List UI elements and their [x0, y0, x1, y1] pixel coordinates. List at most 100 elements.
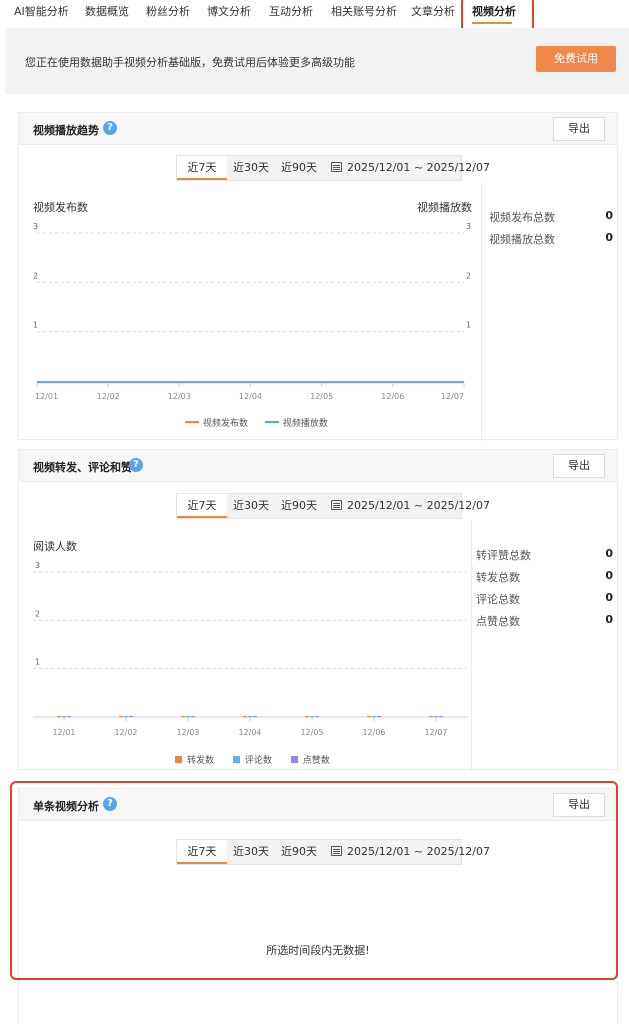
x-tick-label: 12/05	[310, 392, 333, 401]
range-90-days[interactable]: 近90天	[275, 494, 323, 518]
date-range-selector: 近7天 近30天 近90天 2025/12/01 ~ 2025/12/07	[176, 839, 490, 865]
left-axis-title: 视频发布数	[33, 201, 88, 214]
chart-video-interactions: 1 2 3 12/01 12/02 12/03 12/04 12/05 12/06 12/07	[33, 561, 467, 737]
panel-title: 视频转发、评论和赞	[33, 461, 132, 474]
export-button[interactable]: 导出	[553, 117, 605, 141]
legend-swatch-blue	[264, 421, 279, 423]
stat-value-shares-total: 0	[605, 569, 613, 582]
x-tick-label: 12/05	[300, 728, 323, 737]
x-tick-label: 12/04	[239, 392, 262, 401]
stat-value-likes-total: 0	[605, 613, 613, 626]
x-tick-label: 12/02	[97, 392, 120, 401]
date-range-text: 2025/12/01 ~ 2025/12/07	[347, 499, 491, 512]
help-icon[interactable]: ?	[129, 458, 143, 472]
x-tick-label: 12/02	[114, 728, 137, 737]
axis-title-readers: 阅读人数	[33, 540, 77, 553]
bar-3	[253, 716, 257, 717]
panel-header: 单条视频分析 ? 导出	[19, 789, 617, 821]
y2-tick-label: 3	[466, 222, 471, 231]
x-tick-label: 12/03	[176, 728, 199, 737]
upgrade-banner: 您正在使用数据助手视频分析基础版，免费试用后体验更多高级功能 免费试用	[5, 28, 629, 94]
range-90-days[interactable]: 近90天	[275, 156, 323, 180]
bar-3	[129, 716, 133, 717]
y-tick-label: 1	[33, 321, 38, 330]
panel-header: 视频播放趋势 ? 导出	[19, 113, 617, 145]
panel-video-play-trend: 视频播放趋势 ? 导出 近7天 近30天 近90天 2025/12/01 ~ 2…	[18, 112, 618, 441]
calendar-icon	[331, 846, 342, 856]
range-90-days[interactable]: 近90天	[275, 840, 323, 864]
side-divider	[481, 183, 482, 441]
panel-title: 视频播放趋势	[33, 124, 99, 137]
panel-header: 视频转发、评论和赞 ? 导出	[19, 450, 617, 482]
y2-tick-label: 1	[466, 321, 471, 330]
range-30-days[interactable]: 近30天	[227, 840, 275, 864]
stat-value-total-interactions: 0	[605, 547, 613, 560]
y-tick-label: 1	[35, 658, 40, 667]
tab-fans-analysis[interactable]: 粉丝分析	[146, 3, 190, 21]
tab-article-analysis[interactable]: 文章分析	[411, 3, 455, 21]
bar-3	[67, 716, 71, 717]
bar-2	[248, 716, 252, 717]
panel-title: 单条视频分析	[33, 800, 99, 813]
empty-state-message: 所选时间段内无数据!	[266, 944, 370, 957]
range-30-days[interactable]: 近30天	[227, 156, 275, 180]
bar-1	[181, 716, 185, 717]
range-7-days[interactable]: 近7天	[177, 156, 227, 180]
y-tick-label: 3	[35, 561, 40, 570]
y-tick-label: 3	[33, 222, 38, 231]
stat-label-play-total: 视频播放总数	[489, 233, 555, 246]
date-range-selector: 近7天 近30天 近90天 2025/12/01 ~ 2025/12/07	[176, 155, 490, 181]
y-tick-label: 2	[33, 271, 38, 280]
legend-item-shares: 转发数	[187, 756, 215, 766]
bar-1	[367, 716, 371, 717]
free-trial-button[interactable]: 免费试用	[536, 46, 616, 72]
legend-item-play: 视频播放数	[282, 419, 328, 429]
date-picker[interactable]: 2025/12/01 ~ 2025/12/07	[331, 156, 490, 180]
x-tick-label: 12/06	[381, 392, 404, 401]
range-30-days[interactable]: 近30天	[227, 494, 275, 518]
x-tick-label: 12/07	[441, 392, 464, 401]
y2-tick-label: 2	[466, 271, 471, 280]
bar-2	[434, 716, 438, 717]
right-axis-title: 视频播放数	[417, 201, 472, 214]
tab-data-overview[interactable]: 数据概览	[85, 3, 129, 21]
bar-3	[439, 716, 443, 717]
x-tick-label: 12/01	[52, 728, 75, 737]
date-picker[interactable]: 2025/12/01 ~ 2025/12/07	[331, 494, 490, 518]
range-7-days[interactable]: 近7天	[177, 494, 227, 518]
export-button[interactable]: 导出	[553, 793, 605, 817]
tab-related-accounts[interactable]: 相关账号分析	[331, 3, 397, 21]
date-picker[interactable]: 2025/12/01 ~ 2025/12/07	[331, 840, 490, 864]
active-tab-indicator	[472, 22, 512, 24]
export-button[interactable]: 导出	[553, 454, 605, 478]
x-tick-label: 12/03	[168, 392, 191, 401]
tab-post-analysis[interactable]: 博文分析	[207, 3, 251, 21]
help-icon[interactable]: ?	[103, 121, 117, 135]
bar-3	[377, 716, 381, 717]
chart-legend: 转发数 评论数 点赞数	[175, 753, 330, 766]
help-icon[interactable]: ?	[103, 797, 117, 811]
chart-legend: 视频发布数 视频播放数	[185, 416, 328, 429]
stat-label-publish-total: 视频发布总数	[489, 211, 555, 224]
range-7-days[interactable]: 近7天	[177, 840, 227, 864]
calendar-icon	[331, 162, 342, 172]
bar-1	[429, 716, 433, 717]
tab-video-analysis[interactable]: 视频分析	[472, 3, 516, 21]
panel-single-video-analysis: 单条视频分析 ? 导出 近7天 近30天 近90天 2025/12/01 ~ 2…	[18, 788, 618, 1024]
bar-3	[315, 716, 319, 717]
legend-swatch-blue	[232, 756, 240, 763]
y-tick-label: 2	[35, 609, 40, 618]
legend-swatch-purple	[290, 756, 298, 763]
tab-interaction-analysis[interactable]: 互动分析	[269, 3, 313, 21]
bar-2	[124, 716, 128, 717]
stat-label-likes-total: 点赞总数	[476, 615, 520, 628]
bar-1	[57, 716, 61, 717]
tab-ai-analysis[interactable]: AI智能分析	[14, 3, 69, 21]
stat-value-comments-total: 0	[605, 591, 613, 604]
stat-label-shares-total: 转发总数	[476, 571, 520, 584]
bar-1	[243, 716, 247, 717]
side-divider	[471, 520, 472, 771]
bar-1	[305, 716, 309, 717]
date-range-selector: 近7天 近30天 近90天 2025/12/01 ~ 2025/12/07	[176, 493, 490, 519]
banner-message: 您正在使用数据助手视频分析基础版，免费试用后体验更多高级功能	[25, 56, 355, 69]
